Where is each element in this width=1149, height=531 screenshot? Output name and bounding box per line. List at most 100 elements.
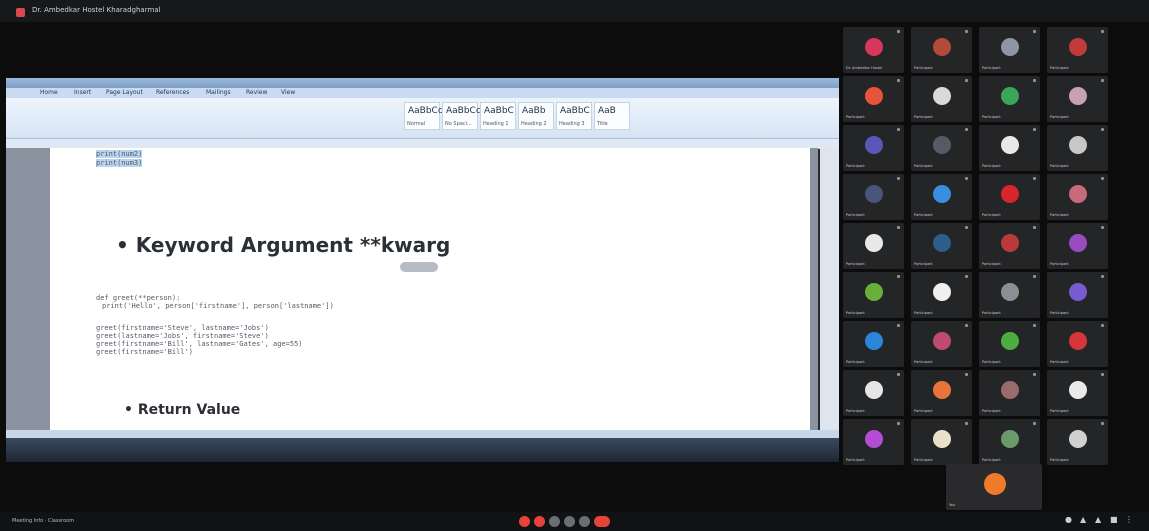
mic-status-icon (965, 324, 968, 327)
mic-status-icon (1033, 128, 1036, 131)
participant-tile[interactable]: Participant (911, 370, 972, 416)
meeting-control-button[interactable] (519, 516, 530, 527)
style-sample: AaB (598, 106, 616, 116)
participants-icon[interactable]: ● (1065, 516, 1073, 524)
mic-status-icon (897, 30, 900, 33)
ribbon-tab-page-layout[interactable]: Page Layout (106, 89, 143, 96)
participant-tile[interactable]: Participant (979, 27, 1040, 73)
self-video-tile[interactable]: You (946, 464, 1042, 510)
participant-tile[interactable]: Participant (1047, 76, 1108, 122)
style-no-spacing[interactable]: AaBbCc No Spaci... (442, 102, 481, 130)
style-label: No Spaci... (445, 121, 472, 127)
participant-tile[interactable]: Participant (979, 370, 1040, 416)
share-icon[interactable]: ■ (1110, 516, 1118, 524)
participant-name: Participant (914, 115, 933, 119)
participant-tile[interactable]: Participant (979, 272, 1040, 318)
participant-name: Participant (846, 409, 865, 413)
mic-status-icon (897, 373, 900, 376)
participant-avatar (865, 38, 883, 56)
participant-tile[interactable]: Participant (843, 321, 904, 367)
style-heading-2[interactable]: AaBb Heading 2 (518, 102, 554, 130)
participant-tile[interactable]: Participant (911, 419, 972, 465)
participant-tile[interactable]: Participant (979, 321, 1040, 367)
participant-tile[interactable]: Participant (1047, 370, 1108, 416)
participant-avatar (1069, 430, 1087, 448)
participant-tile[interactable]: Participant (911, 125, 972, 171)
ribbon-tab-home[interactable]: Home (40, 89, 58, 96)
participant-name: Participant (846, 360, 865, 364)
participant-avatar (933, 381, 951, 399)
ribbon-tab-view[interactable]: View (281, 89, 295, 96)
participant-tile[interactable]: Participant (1047, 27, 1108, 73)
meeting-title: Dr. Ambedkar Hostel Kharadgharmal (32, 6, 161, 14)
meeting-control-button[interactable] (564, 516, 575, 527)
meeting-control-button[interactable] (534, 516, 545, 527)
code-line: print(num3) (96, 159, 143, 167)
vertical-scrollbar[interactable] (820, 148, 839, 430)
heading-keyword-argument: • Keyword Argument **kwarg (116, 233, 451, 257)
participant-tile[interactable]: Participant (911, 223, 972, 269)
participant-avatar (1069, 332, 1087, 350)
participant-tile[interactable]: Participant (911, 174, 972, 220)
participant-name: Participant (982, 262, 1001, 266)
meeting-status: Meeting Info · Classroom (12, 518, 75, 524)
participant-avatar (1069, 381, 1087, 399)
participant-tile[interactable]: Participant (1047, 419, 1108, 465)
ribbon-tab-mailings[interactable]: Mailings (206, 89, 231, 96)
participant-avatar (1001, 234, 1019, 252)
participant-tile[interactable]: Participant (911, 27, 972, 73)
participant-tile[interactable]: Dr. Ambedkar Hostel (843, 27, 904, 73)
style-heading-1[interactable]: AaBbC Heading 1 (480, 102, 516, 130)
participant-name: Participant (1050, 115, 1069, 119)
participant-name: Participant (1050, 458, 1069, 462)
participant-tile[interactable]: Participant (979, 223, 1040, 269)
ribbon-tab-review[interactable]: Review (246, 89, 267, 96)
document-page[interactable]: print(num2) print(num3) • Keyword Argume… (50, 148, 810, 430)
meeting-control-button[interactable] (579, 516, 590, 527)
ribbon-tab-insert[interactable]: Insert (74, 89, 91, 96)
participant-tile[interactable]: Participant (843, 272, 904, 318)
participant-tile[interactable]: Participant (1047, 125, 1108, 171)
mic-status-icon (1101, 128, 1104, 131)
chat-icon[interactable]: ▲ (1080, 516, 1088, 524)
style-sample: AaBbC (560, 106, 590, 116)
style-heading-3[interactable]: AaBbC Heading 3 (556, 102, 592, 130)
participant-tile[interactable]: Participant (843, 223, 904, 269)
participant-tile[interactable]: Participant (979, 125, 1040, 171)
participant-tile[interactable]: Participant (843, 76, 904, 122)
participant-tile[interactable]: Participant (1047, 321, 1108, 367)
participant-tile[interactable]: Participant (911, 321, 972, 367)
participant-tile[interactable]: Participant (911, 272, 972, 318)
participant-tile[interactable]: Participant (911, 76, 972, 122)
more-icon[interactable]: ⋮ (1125, 516, 1133, 524)
participant-name: Participant (982, 409, 1001, 413)
meeting-control-button[interactable] (549, 516, 560, 527)
reactions-icon[interactable]: ▲ (1095, 516, 1103, 524)
participant-tile[interactable]: Participant (979, 76, 1040, 122)
participant-tile[interactable]: Participant (1047, 223, 1108, 269)
mic-status-icon (1101, 30, 1104, 33)
participant-name: Participant (982, 164, 1001, 168)
participant-avatar (865, 381, 883, 399)
participant-tile[interactable]: Participant (979, 419, 1040, 465)
style-normal[interactable]: AaBbCc Normal (404, 102, 443, 130)
mic-status-icon (1033, 30, 1036, 33)
participant-tile[interactable]: Participant (843, 174, 904, 220)
participant-tile[interactable]: Participant (843, 125, 904, 171)
participant-name: Participant (1050, 66, 1069, 70)
participant-tile[interactable]: Participant (843, 370, 904, 416)
word-title-bar (6, 78, 839, 88)
meeting-control-button[interactable] (594, 516, 610, 527)
mic-status-icon (965, 422, 968, 425)
participant-avatar (933, 185, 951, 203)
participant-avatar (1069, 185, 1087, 203)
self-name: You (949, 503, 956, 507)
style-title[interactable]: AaB Title (594, 102, 630, 130)
mic-status-icon (897, 79, 900, 82)
ribbon-tab-references[interactable]: References (156, 89, 189, 96)
mic-status-icon (1101, 275, 1104, 278)
participant-tile[interactable]: Participant (979, 174, 1040, 220)
participant-tile[interactable]: Participant (1047, 174, 1108, 220)
participant-tile[interactable]: Participant (843, 419, 904, 465)
participant-tile[interactable]: Participant (1047, 272, 1108, 318)
